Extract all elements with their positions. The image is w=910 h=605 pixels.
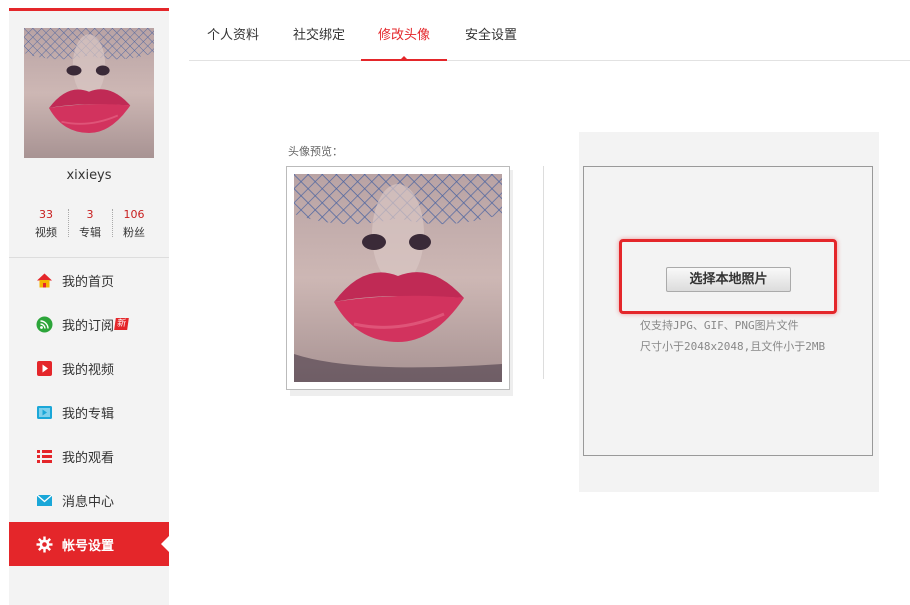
stat-label: 视频 xyxy=(35,226,57,239)
tab-label: 修改头像 xyxy=(377,28,430,43)
active-tab-caret xyxy=(399,56,409,61)
sidebar-item-albums[interactable]: 我的专辑 xyxy=(9,390,169,434)
sidebar-item-watched[interactable]: 我的观看 xyxy=(9,434,169,478)
sidebar-item-home[interactable]: 我的首页 xyxy=(9,258,169,302)
sidebar-item-label: 帐号设置 xyxy=(62,538,115,554)
home-icon xyxy=(36,272,53,289)
album-icon xyxy=(36,404,53,421)
sidebar: xixieys 33 视频 3 专辑 106 粉丝 我的首页 我的订阅 新 我的… xyxy=(9,8,169,605)
stat-videos[interactable]: 33 视频 xyxy=(24,206,68,242)
avatar[interactable] xyxy=(24,28,154,158)
choose-local-photo-button[interactable]: 选择本地照片 xyxy=(666,267,791,292)
user-stats: 33 视频 3 专辑 106 粉丝 xyxy=(24,206,156,242)
avatar-preview xyxy=(286,166,510,390)
video-play-icon xyxy=(36,360,53,377)
sidebar-nav: 我的首页 我的订阅 新 我的视频 我的专辑 我的观看 消息中心 帐号设置 xyxy=(9,258,169,566)
watch-list-icon xyxy=(36,448,53,465)
sidebar-item-label: 我的专辑 xyxy=(62,406,115,422)
rss-icon xyxy=(36,316,53,333)
gear-icon xyxy=(36,536,53,553)
tab-security-settings[interactable]: 安全设置 xyxy=(462,24,520,61)
tab-change-avatar[interactable]: 修改头像 xyxy=(361,24,447,61)
upload-size-hint: 尺寸小于2048x2048,且文件小于2MB xyxy=(640,340,826,353)
tab-social-binding[interactable]: 社交绑定 xyxy=(290,24,348,61)
avatar-preview-image xyxy=(294,174,502,382)
new-badge: 新 xyxy=(114,318,129,330)
sidebar-item-videos[interactable]: 我的视频 xyxy=(9,346,169,390)
mail-icon xyxy=(36,492,53,509)
sidebar-item-label: 我的观看 xyxy=(62,450,115,466)
sidebar-item-account-settings[interactable]: 帐号设置 xyxy=(9,522,169,566)
preview-label: 头像预览： xyxy=(288,145,343,158)
settings-tabs: 个人资料 社交绑定 修改头像 安全设置 xyxy=(189,10,910,61)
tab-profile[interactable]: 个人资料 xyxy=(204,24,262,61)
stat-label: 粉丝 xyxy=(123,226,145,239)
stat-albums[interactable]: 3 专辑 xyxy=(68,206,112,242)
avatar-image xyxy=(24,28,154,158)
stat-value: 3 xyxy=(86,208,94,221)
stat-value: 33 xyxy=(39,208,53,221)
sidebar-item-label: 我的首页 xyxy=(62,274,115,290)
vertical-divider xyxy=(543,166,544,379)
stat-fans[interactable]: 106 粉丝 xyxy=(112,206,156,242)
sidebar-item-label: 我的视频 xyxy=(62,362,115,378)
sidebar-item-label: 我的订阅 xyxy=(62,318,115,334)
username[interactable]: xixieys xyxy=(9,168,169,183)
sidebar-item-messages[interactable]: 消息中心 xyxy=(9,478,169,522)
sidebar-item-subscriptions[interactable]: 我的订阅 新 xyxy=(9,302,169,346)
upload-format-hint: 仅支持JPG、GIF、PNG图片文件 xyxy=(640,319,799,332)
stat-label: 专辑 xyxy=(79,226,101,239)
stat-value: 106 xyxy=(123,208,145,221)
sidebar-item-label: 消息中心 xyxy=(62,494,115,510)
